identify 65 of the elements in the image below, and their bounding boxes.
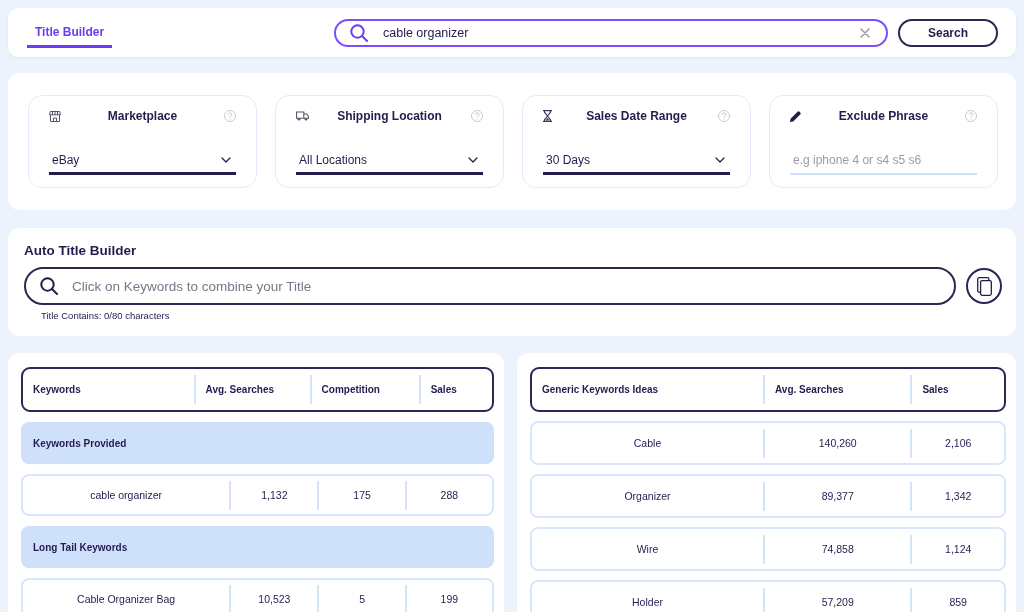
section-title: Auto Title Builder (24, 242, 137, 259)
filter-title: Sales Date Range (585, 109, 688, 123)
table-cell: 1,124 (910, 534, 1004, 564)
nav-tab[interactable]: Title Builder (27, 18, 113, 48)
table-cell-text: cable organizer (89, 487, 163, 503)
filter-title: Exclude Phrase (837, 109, 930, 123)
help-icon[interactable] (718, 110, 730, 122)
store-icon (49, 110, 61, 122)
search-button[interactable]: Search (898, 18, 998, 47)
table-cell: 199 (404, 584, 492, 612)
title-input-field[interactable]: Click on Keywords to combine your Title (24, 267, 956, 305)
table-cell: 140,260 (763, 428, 911, 458)
copy-icon (976, 276, 992, 296)
help-icon[interactable] (224, 110, 236, 122)
search-field[interactable]: cable organizer (334, 18, 888, 47)
chevron-down-icon (221, 157, 231, 163)
filter-title: Marketplace (106, 109, 179, 123)
filter-title: Shipping Location (336, 109, 443, 123)
pencil-icon (790, 110, 801, 122)
table-cell: 175 (317, 480, 405, 510)
search-icon (40, 277, 58, 295)
table-cell: 5 (317, 584, 405, 612)
table-row[interactable]: Cable 140,260 2,106 (530, 421, 1006, 465)
table-cell: 288 (404, 480, 492, 510)
table-cell: 74,858 (763, 534, 911, 564)
chevron-down-icon (715, 157, 725, 163)
table-cell-text: Cable (632, 435, 663, 451)
table-cell-text: Cable Organizer Bag (76, 591, 177, 607)
column-header: Generic Keywords Ideas (541, 383, 660, 397)
hourglass-icon (543, 110, 552, 122)
dropdown-select[interactable]: 30 Days (543, 152, 730, 175)
truck-icon (296, 111, 309, 121)
table-row[interactable]: Cable Organizer Bag 10,523 5 199 (21, 578, 494, 612)
group-heading: Long Tail Keywords (33, 541, 128, 553)
table-cell: 2,106 (910, 428, 1004, 458)
table-cell: 1,132 (229, 480, 318, 510)
group-heading: Keywords Provided (33, 437, 127, 449)
character-counter: Title Contains: 0/80 characters (41, 310, 170, 322)
column-header: Avg. Searches (193, 375, 310, 404)
clear-icon[interactable] (860, 27, 870, 38)
help-icon[interactable] (965, 110, 977, 122)
dropdown-select[interactable]: All Locations (296, 152, 483, 175)
column-header: Avg. Searches (763, 375, 911, 404)
table-cell: 859 (910, 587, 1004, 612)
search-icon (350, 23, 368, 42)
column-header: Sales (910, 375, 1004, 404)
help-icon[interactable] (471, 110, 483, 122)
chevron-down-icon (468, 157, 478, 163)
table-cell-text: Wire (635, 541, 660, 557)
table-row[interactable]: Holder 57,209 859 (530, 580, 1006, 612)
table-cell: 1,342 (910, 481, 1004, 511)
column-header: Competition (309, 375, 419, 404)
text-input-field[interactable]: e.g iphone 4 or s4 s5 s6 (790, 152, 977, 175)
table-row[interactable]: Organizer 89,377 1,342 (530, 474, 1006, 518)
table-row[interactable]: cable organizer 1,132 175 288 (21, 474, 494, 516)
column-header: Keywords (32, 383, 82, 397)
copy-button[interactable] (966, 268, 1002, 304)
table-cell-text: Holder (631, 594, 664, 610)
table-cell: 89,377 (763, 481, 911, 511)
table-row[interactable]: Wire 74,858 1,124 (530, 527, 1006, 571)
dropdown-select[interactable]: eBay (49, 152, 236, 175)
column-header: Sales (418, 375, 492, 404)
table-cell-text: Organizer (623, 488, 672, 504)
table-cell: 10,523 (229, 584, 318, 612)
table-cell: 57,209 (763, 587, 911, 612)
